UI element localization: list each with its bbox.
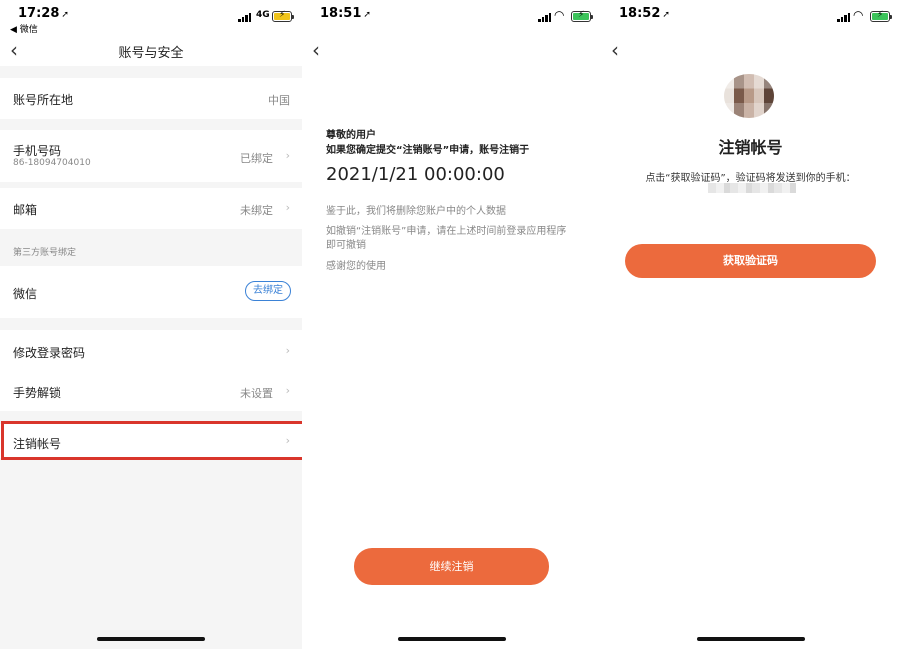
charging-bolt-icon: ⚡: [877, 10, 884, 20]
charging-bolt-icon: ⚡: [279, 10, 286, 20]
home-indicator[interactable]: [696, 637, 805, 641]
row-email[interactable]: 邮箱 未绑定 ›: [0, 188, 302, 229]
row-label: 手势解锁: [13, 386, 62, 400]
notice-revoke-line1: 如撤销“注销账号”申请，请在上述时间前登录应用程序: [326, 226, 567, 237]
bind-wechat-button[interactable]: 去绑定: [245, 281, 291, 301]
highlight-box: [1, 421, 305, 460]
row-wechat[interactable]: 微信 去绑定: [0, 266, 302, 318]
continue-deregister-button[interactable]: 继续注销: [354, 548, 549, 585]
battery-icon: ⚡: [870, 10, 892, 22]
deregister-datetime: 2021/1/21 00:00:00: [326, 164, 505, 185]
row-value: 已绑定: [240, 152, 273, 165]
location-arrow-icon: ➚: [363, 10, 371, 20]
row-change-password[interactable]: 修改登录密码 ›: [0, 330, 302, 371]
row-label: 邮箱: [13, 203, 38, 217]
thanks-text: 感谢您的使用: [326, 261, 386, 272]
notice-revoke-line2: 即可撤销: [326, 240, 366, 251]
verification-description: 点击“获取验证码”，验证码将发送到你的手机：: [645, 173, 856, 184]
row-account-location[interactable]: 账号所在地 中国: [0, 78, 302, 119]
chevron-right-icon: ›: [285, 149, 290, 162]
deregister-confirm-screen: 18:51 ➚ ◠ ⚡ ‹ 尊敬的用户 如果您确定提交“注销账号”申请，账号注销于…: [302, 0, 601, 649]
masked-phone-number: [708, 183, 796, 193]
avatar: [724, 74, 774, 118]
row-label: 修改登录密码: [13, 346, 86, 360]
row-label: 手机号码: [13, 144, 62, 158]
notice-delete-data: 鉴于此，我们将删除您账户中的个人数据: [326, 206, 506, 217]
network-type: 4G: [256, 10, 270, 20]
chevron-right-icon: ›: [285, 384, 290, 397]
back-chevron-icon[interactable]: ‹: [312, 40, 320, 60]
back-to-wechat-link[interactable]: ◀ 微信: [10, 22, 38, 35]
row-label: 账号所在地: [13, 93, 74, 107]
account-security-screen: 17:28 ➚ ◀ 微信 4G ⚡ ‹ 账号与安全 账号所在地 中国 手机号码 8…: [0, 0, 302, 649]
charging-bolt-icon: ⚡: [578, 10, 585, 20]
battery-icon: ⚡: [571, 10, 593, 22]
status-bar: 18:52 ➚ ◠ ⚡: [601, 0, 900, 36]
location-arrow-icon: ➚: [61, 10, 69, 20]
page-title: 账号与安全: [118, 46, 184, 61]
cellular-signal-icon: [837, 13, 850, 22]
status-bar: 18:51 ➚ ◠ ⚡: [302, 0, 601, 36]
row-label: 微信: [13, 287, 38, 301]
status-time: 18:52 ➚: [619, 6, 670, 21]
phone-number-value: 86-18094704010: [13, 158, 91, 168]
cellular-signal-icon: [238, 13, 251, 22]
wifi-icon: ◠: [853, 8, 864, 22]
row-value: 未绑定: [240, 204, 273, 217]
greeting-text: 尊敬的用户: [326, 130, 376, 141]
location-arrow-icon: ➚: [662, 10, 670, 20]
home-indicator[interactable]: [97, 637, 205, 641]
wifi-icon: ◠: [554, 8, 565, 22]
row-value: 未设置: [240, 387, 273, 400]
chevron-right-icon: ›: [285, 344, 290, 357]
confirm-text: 如果您确定提交“注销账号”申请，账号注销于: [326, 145, 530, 156]
chevron-right-icon: ›: [285, 201, 290, 214]
row-phone-number[interactable]: 手机号码 86-18094704010 已绑定 ›: [0, 130, 302, 182]
cellular-signal-icon: [538, 13, 551, 22]
status-time: 18:51 ➚: [320, 6, 371, 21]
back-chevron-icon[interactable]: ‹: [611, 40, 619, 60]
status-time: 17:28 ➚: [18, 6, 69, 21]
battery-icon: ⚡: [272, 10, 294, 22]
home-indicator[interactable]: [397, 637, 506, 641]
section-header-third-party: 第三方账号绑定: [13, 248, 77, 258]
get-verification-code-button[interactable]: 获取验证码: [625, 244, 876, 278]
page-title: 注销帐号: [718, 138, 783, 157]
row-value: 中国: [268, 94, 290, 107]
row-gesture-unlock[interactable]: 手势解锁 未设置 ›: [0, 371, 302, 411]
deregister-verify-screen: 18:52 ➚ ◠ ⚡ ‹ 注销帐号 点击“获取验证码”，验证码将发送到你的手机：…: [601, 0, 900, 649]
